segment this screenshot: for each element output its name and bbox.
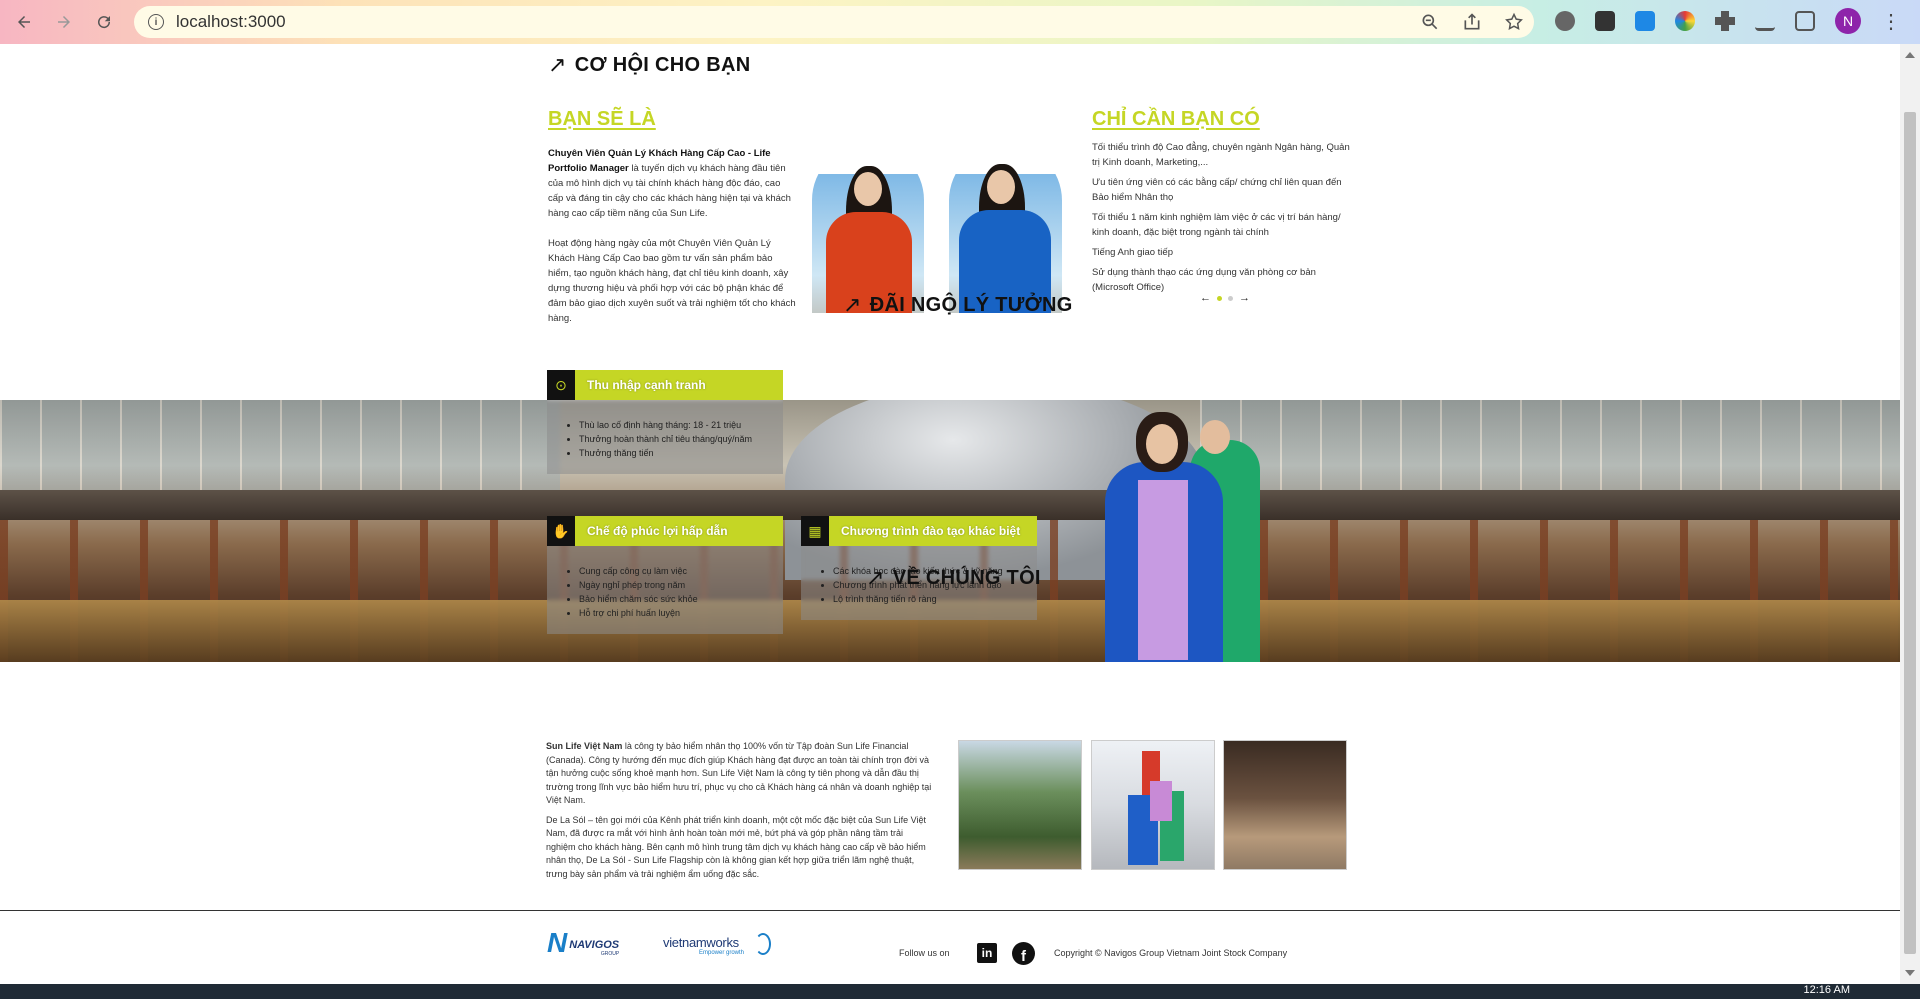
site-info-icon[interactable]: i — [148, 14, 164, 30]
address-bar[interactable]: i localhost:3000 — [134, 6, 1534, 38]
about-paragraph-2: De La Sól – tên gọi mới của Kênh phát tr… — [546, 814, 926, 879]
back-arrow-icon — [18, 16, 30, 28]
scroll-up-icon[interactable] — [1905, 52, 1915, 58]
benefits-section-title: ↗ ĐÃI NGỘ LÝ TƯỞNG — [843, 292, 1073, 318]
role-description: Chuyên Viên Quản Lý Khách Hàng Cấp Cao -… — [548, 146, 798, 221]
navigos-logo-mark: N — [547, 927, 568, 958]
linkedin-icon[interactable]: in — [977, 943, 997, 963]
about-title-text: VỀ CHÚNG TÔI — [892, 566, 1041, 589]
download-icon[interactable] — [1755, 11, 1775, 31]
arrow-ne-icon: ↗ — [843, 292, 862, 317]
page-scrollbar[interactable] — [1900, 44, 1920, 984]
about-photo-team — [1091, 740, 1215, 870]
about-text: Sun Life Việt Nam là công ty bảo hiểm nh… — [546, 740, 932, 887]
arrow-ne-icon: ↗ — [866, 565, 885, 590]
carousel-next-button[interactable]: → — [1239, 292, 1250, 304]
follow-us-label: Follow us on — [899, 948, 950, 958]
arrow-ne-icon: ↗ — [548, 52, 567, 77]
benefit-item: Lộ trình thăng tiến rõ ràng — [833, 592, 1037, 606]
benefit-item: Bảo hiểm chăm sóc sức khỏe — [579, 592, 783, 606]
browser-menu-icon[interactable]: ⋮ — [1881, 9, 1901, 34]
requirement-item: Sử dụng thành thạo các ứng dụng văn phòn… — [1092, 267, 1316, 293]
training-icon: ▦ — [801, 516, 829, 546]
navigos-logo[interactable]: N NAVIGOS GROUP — [547, 927, 620, 958]
vietnamworks-logo-text: vietnamworks — [663, 935, 739, 950]
facebook-icon[interactable]: f — [1012, 942, 1035, 965]
benefit-item: Ngày nghỉ phép trong năm — [579, 578, 783, 592]
bookmark-star-icon[interactable] — [1504, 12, 1524, 32]
opportunity-section-title: ↗ CƠ HỘI CHO BẠN — [548, 52, 750, 78]
requirement-item: Ưu tiên ứng viên có các bằng cấp/ chứng … — [1092, 177, 1342, 203]
taskbar-clock: 12:16 AM — [1803, 984, 1850, 996]
portrait-red-coat — [812, 144, 924, 313]
requirements-list: Tối thiểu trình độ Cao đẳng, chuyên ngàn… — [1092, 140, 1352, 300]
reload-icon — [98, 16, 111, 29]
forward-button[interactable] — [48, 6, 80, 38]
portrait-blue-coat — [949, 144, 1062, 313]
vietnamworks-logo-sub: Empower growth — [699, 950, 745, 956]
share-icon[interactable] — [1462, 12, 1482, 32]
need-title: CHỈ CẦN BẠN CÓ — [1092, 108, 1260, 130]
requirement-item: Tối thiểu 1 năm kinh nghiệm làm việc ở c… — [1092, 212, 1341, 238]
benefit-list: Cung cấp công cụ làm việc Ngày nghỉ phép… — [547, 546, 783, 634]
drop-extension-icon[interactable] — [1635, 11, 1655, 31]
benefits-title-text: ĐÃI NGỘ LÝ TƯỞNG — [869, 293, 1073, 316]
back-button[interactable] — [8, 6, 40, 38]
navigos-logo-sub: GROUP — [600, 951, 620, 957]
requirements-carousel: ← → — [1200, 292, 1250, 304]
requirement-item: Tối thiểu trình độ Cao đẳng, chuyên ngàn… — [1092, 142, 1350, 168]
carousel-dot[interactable] — [1228, 295, 1233, 301]
you-are-title: BẠN SẼ LÀ — [548, 108, 656, 130]
vietnamworks-logo[interactable]: vietnamworks Empower growth — [663, 935, 744, 956]
color-extension-icon[interactable] — [1675, 11, 1695, 31]
benefit-card-welfare: ✋ Chế độ phúc lợi hấp dẫn Cung cấp công … — [547, 516, 783, 634]
daily-description: Hoạt động hàng ngày của một Chuyên Viên … — [548, 238, 796, 324]
extensions-puzzle-icon[interactable] — [1715, 11, 1735, 31]
benefit-card-title: Chương trình đào tạo khác biệt — [841, 524, 1021, 538]
zoom-icon[interactable] — [1420, 12, 1440, 32]
footer: N NAVIGOS GROUP vietnamworks Empower gro… — [0, 911, 1900, 984]
scroll-down-icon[interactable] — [1905, 970, 1915, 976]
about-photo-garden — [958, 740, 1082, 870]
copyright-text: Copyright © Navigos Group Vietnam Joint … — [1054, 948, 1288, 958]
benefit-item: Hỗ trợ chi phí huấn luyện — [579, 606, 783, 620]
opportunity-title-text: CƠ HỘI CHO BẠN — [574, 53, 751, 76]
vietnamworks-swirl-icon — [755, 933, 771, 955]
os-taskbar: 12:16 AM — [0, 984, 1920, 999]
benefit-item: Thưởng thăng tiến — [579, 446, 783, 460]
benefit-card-title: Thu nhập cạnh tranh — [587, 378, 706, 392]
side-panel-icon[interactable] — [1795, 11, 1815, 31]
scroll-thumb[interactable] — [1904, 112, 1916, 954]
forward-arrow-icon — [58, 16, 70, 28]
benefit-item: Cung cấp công cụ làm việc — [579, 564, 783, 578]
about-section-title: ↗ VỀ CHÚNG TÔI — [866, 565, 1041, 591]
benefit-list: Thù lao cố định hàng tháng: 18 - 21 triệ… — [547, 400, 783, 474]
benefit-item: Thù lao cố định hàng tháng: 18 - 21 triệ… — [579, 418, 783, 432]
about-paragraph-1: Sun Life Việt Nam là công ty bảo hiểm nh… — [546, 740, 932, 808]
benefit-item: Thưởng hoàn thành chỉ tiêu tháng/quý/năm — [579, 432, 783, 446]
browser-toolbar: i localhost:3000 N ⋮ — [0, 0, 1920, 44]
reload-button[interactable] — [88, 6, 120, 38]
money-icon: ⊙ — [547, 370, 575, 400]
carousel-prev-button[interactable]: ← — [1200, 292, 1211, 304]
bug-extension-icon[interactable] — [1555, 11, 1575, 31]
carousel-dot[interactable] — [1217, 295, 1222, 301]
page-content: ↗ CƠ HỘI CHO BẠN BẠN SẼ LÀ Chuyên Viên Q… — [0, 44, 1900, 984]
phone-extension-icon[interactable] — [1595, 11, 1615, 31]
profile-avatar[interactable]: N — [1835, 8, 1861, 34]
requirement-item: Tiếng Anh giao tiếp — [1092, 247, 1173, 258]
about-photo-cafe — [1223, 740, 1347, 870]
company-name: Sun Life Việt Nam — [546, 741, 623, 751]
benefit-card-income: ⊙ Thu nhập cạnh tranh Thù lao cố định hà… — [547, 370, 783, 474]
url-text: localhost:3000 — [176, 12, 286, 31]
hand-icon: ✋ — [547, 516, 575, 546]
navigos-logo-text: NAVIGOS — [569, 939, 620, 951]
benefit-card-title: Chế độ phúc lợi hấp dẫn — [587, 524, 728, 538]
